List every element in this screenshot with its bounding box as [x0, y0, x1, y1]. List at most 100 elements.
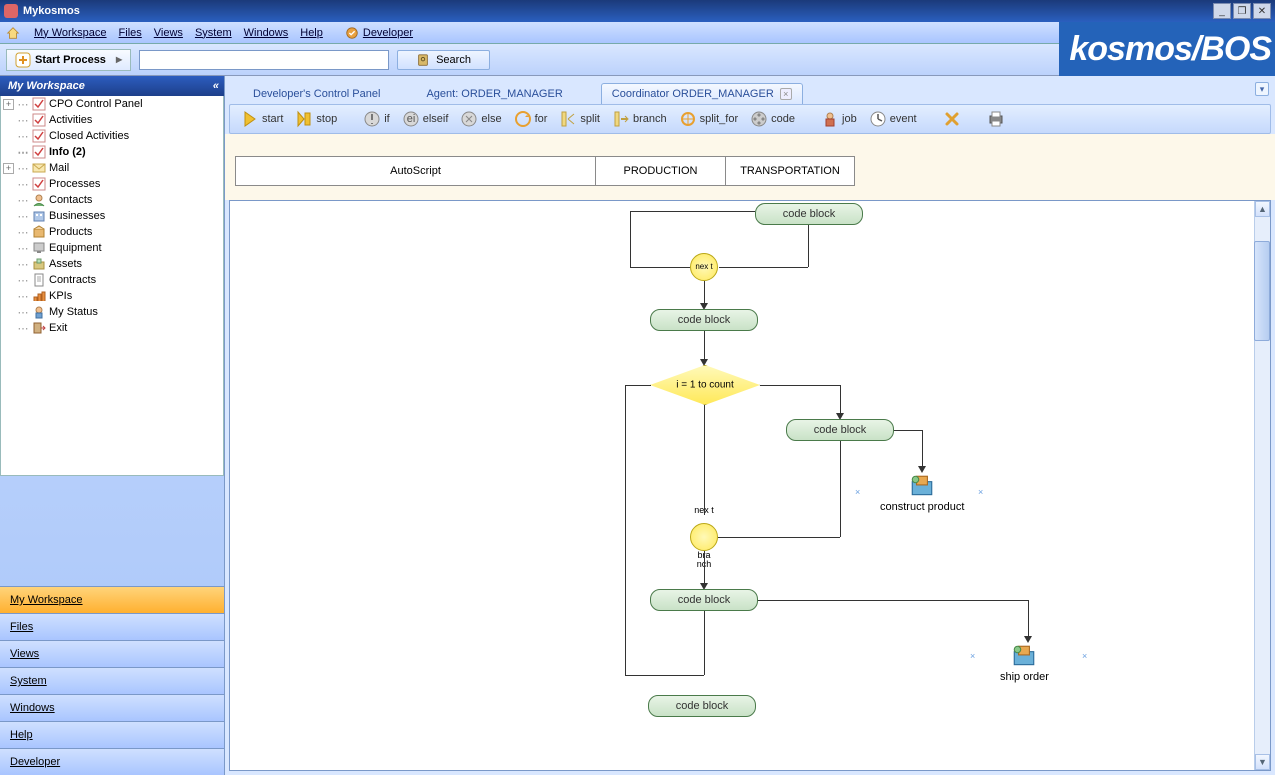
selection-handle[interactable]: ×: [855, 489, 861, 495]
tool-event[interactable]: event: [866, 110, 920, 128]
tree-item-processes[interactable]: ⋯Processes: [1, 176, 223, 192]
tree-item-info-2-[interactable]: ⋯Info (2): [1, 144, 223, 160]
expander-icon[interactable]: +: [3, 99, 14, 110]
node-code-block-2[interactable]: code block: [650, 309, 758, 331]
tree-item-label: Assets: [49, 258, 82, 270]
connector: [704, 551, 705, 585]
menu-views[interactable]: Views: [154, 27, 183, 39]
connector: [840, 385, 841, 415]
node-loop-diamond[interactable]: i = 1 to count: [650, 365, 760, 405]
tree-view[interactable]: +⋯CPO Control Panel⋯Activities⋯Closed Ac…: [0, 96, 224, 476]
tree-item-equipment[interactable]: ⋯Equipment: [1, 240, 223, 256]
node-code-block-3[interactable]: code block: [786, 419, 894, 441]
tool-elseif[interactable]: eielseif: [399, 110, 452, 128]
vertical-scrollbar[interactable]: ▲ ▼: [1254, 201, 1270, 770]
menu-system[interactable]: System: [195, 27, 232, 39]
tool-label: split_for: [700, 113, 739, 125]
tool-for[interactable]: for: [511, 110, 551, 128]
node-code-block-1[interactable]: code block: [755, 203, 863, 225]
tree-item-contracts[interactable]: ⋯Contracts: [1, 272, 223, 288]
nav-files[interactable]: Files: [0, 613, 224, 640]
tool-delete[interactable]: [940, 110, 964, 128]
scroll-up-button[interactable]: ▲: [1255, 201, 1270, 217]
close-button[interactable]: ✕: [1253, 3, 1271, 19]
tree-item-contacts[interactable]: ⋯Contacts: [1, 192, 223, 208]
code-icon: [750, 110, 768, 128]
node-code-block-5[interactable]: code block: [648, 695, 756, 717]
connector: [704, 331, 705, 361]
tool-job[interactable]: job: [818, 110, 860, 128]
node-construct-product[interactable]: construct product: [880, 473, 964, 513]
search-input[interactable]: [139, 50, 389, 70]
scroll-thumb[interactable]: [1254, 241, 1270, 341]
task-label: ship order: [1000, 671, 1049, 683]
tabs-overflow-button[interactable]: ▾: [1255, 82, 1269, 96]
tool-split_for[interactable]: split_for: [676, 110, 742, 128]
collapse-icon[interactable]: «: [213, 80, 216, 92]
tool-split[interactable]: split: [556, 110, 603, 128]
search-button[interactable]: Search: [397, 50, 490, 70]
start-process-button[interactable]: Start Process ▶: [6, 49, 131, 71]
selection-handle[interactable]: ×: [1082, 653, 1088, 659]
section-tab-autoscript[interactable]: AutoScript: [235, 156, 595, 186]
tool-branch[interactable]: branch: [609, 110, 670, 128]
tree-item-kpis[interactable]: ⋯KPIs: [1, 288, 223, 304]
selection-handle[interactable]: ×: [978, 489, 984, 495]
tab-developers-panel[interactable]: Developer's Control Panel: [245, 84, 388, 104]
nav-system[interactable]: System: [0, 667, 224, 694]
connector: [625, 385, 626, 675]
menu-windows[interactable]: Windows: [244, 27, 289, 39]
tool-else[interactable]: else: [457, 110, 504, 128]
tree-item-closed-activities[interactable]: ⋯Closed Activities: [1, 128, 223, 144]
tool-label: event: [890, 113, 917, 125]
tree-item-assets[interactable]: ⋯Assets: [1, 256, 223, 272]
scroll-down-button[interactable]: ▼: [1255, 754, 1270, 770]
tree-item-activities[interactable]: ⋯Activities: [1, 112, 223, 128]
exit-icon: [32, 321, 46, 335]
tab-agent[interactable]: Agent: ORDER_MANAGER: [418, 84, 570, 104]
nav-help[interactable]: Help: [0, 721, 224, 748]
tool-start[interactable]: start: [238, 110, 286, 128]
menu-files[interactable]: Files: [119, 27, 142, 39]
search-icon: [416, 53, 430, 67]
tree-item-products[interactable]: ⋯Products: [1, 224, 223, 240]
node-code-block-4[interactable]: code block: [650, 589, 758, 611]
node-ship-order[interactable]: ship order: [1000, 643, 1049, 683]
tab-close-button[interactable]: ×: [780, 88, 792, 100]
tool-if[interactable]: if: [360, 110, 393, 128]
selection-handle[interactable]: ×: [970, 653, 976, 659]
task-icon: [1011, 643, 1037, 669]
node-next-1[interactable]: nex t: [690, 253, 718, 281]
tab-bar: Developer's Control Panel Agent: ORDER_M…: [225, 76, 1275, 104]
menu-workspace[interactable]: My Workspace: [34, 27, 107, 39]
tree-item-mail[interactable]: +⋯Mail: [1, 160, 223, 176]
node-branch[interactable]: [690, 523, 718, 551]
tool-code[interactable]: code: [747, 110, 798, 128]
sidebar-header[interactable]: My Workspace «: [0, 76, 224, 96]
menu-help[interactable]: Help: [300, 27, 323, 39]
minimize-button[interactable]: _: [1213, 3, 1231, 19]
tree-item-cpo-control-panel[interactable]: +⋯CPO Control Panel: [1, 96, 223, 112]
tree-item-my-status[interactable]: ⋯My Status: [1, 304, 223, 320]
sidebar: My Workspace « +⋯CPO Control Panel⋯Activ…: [0, 76, 225, 775]
nav-views[interactable]: Views: [0, 640, 224, 667]
maximize-button[interactable]: ❐: [1233, 3, 1251, 19]
tab-coordinator[interactable]: Coordinator ORDER_MANAGER ×: [601, 83, 803, 104]
for-icon: [514, 110, 532, 128]
tool-stop[interactable]: stop: [292, 110, 340, 128]
tree-item-label: Exit: [49, 322, 67, 334]
flowchart-canvas[interactable]: code block nex t code block i = 1 to cou…: [229, 200, 1271, 771]
menu-developer[interactable]: Developer: [363, 27, 413, 39]
nav-my-workspace[interactable]: My Workspace: [0, 586, 224, 613]
nav-developer[interactable]: Developer: [0, 748, 224, 775]
tool-label: for: [535, 113, 548, 125]
tree-item-exit[interactable]: ⋯Exit: [1, 320, 223, 336]
connector: [704, 405, 705, 515]
expander-icon[interactable]: +: [3, 163, 14, 174]
section-tab-transportation[interactable]: TRANSPORTATION: [725, 156, 855, 186]
nav-windows[interactable]: Windows: [0, 694, 224, 721]
tree-item-businesses[interactable]: ⋯Businesses: [1, 208, 223, 224]
check-icon: [32, 145, 46, 159]
section-tab-production[interactable]: PRODUCTION: [595, 156, 725, 186]
tool-print[interactable]: [984, 110, 1008, 128]
